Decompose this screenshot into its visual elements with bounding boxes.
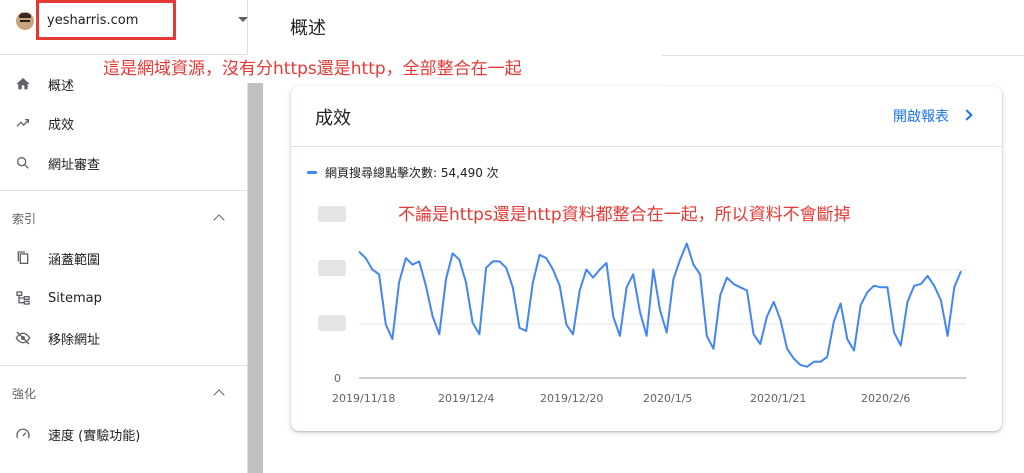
x-tick-label: 2019/12/4 — [438, 392, 494, 405]
eye-off-icon — [13, 328, 33, 348]
sidebar-item-label: 概述 — [48, 78, 75, 94]
y-tick-redacted — [318, 206, 346, 222]
chart-legend[interactable]: 網頁搜尋總點擊次數: 54,490 次 — [307, 164, 499, 181]
annotation-top: 這是網域資源，沒有分https還是http，全部整合在一起 — [87, 55, 662, 83]
avatar — [16, 12, 34, 30]
legend-label: 網頁搜尋總點擊次數: 54,490 次 — [325, 166, 499, 180]
section-index-header[interactable]: 索引 — [0, 198, 248, 238]
annotation-chart: 不論是https還是http資料都整合在一起，所以資料不會斷掉 — [395, 200, 854, 225]
chevron-up-icon — [213, 214, 225, 226]
search-icon — [13, 153, 33, 173]
chevron-up-icon — [213, 389, 225, 401]
sidebar-item-sitemap[interactable]: Sitemap — [0, 278, 248, 318]
annotation-highlight-box — [36, 0, 176, 40]
home-icon — [13, 74, 33, 94]
sidebar-scrollbar[interactable] — [248, 80, 263, 473]
x-tick-label: 2020/2/6 — [861, 392, 910, 405]
x-tick-label: 2019/12/20 — [540, 392, 603, 405]
x-tick-label: 2019/11/18 — [332, 392, 395, 405]
legend-swatch — [307, 171, 317, 174]
property-selector[interactable]: yesharris.com — [0, 0, 248, 55]
section-label: 強化 — [12, 387, 37, 401]
divider — [291, 146, 1002, 147]
page-title: 概述 — [290, 18, 326, 39]
copy-pages-icon — [13, 248, 33, 268]
section-label: 索引 — [12, 212, 37, 226]
series-line — [358, 242, 962, 368]
sidebar-item-removals[interactable]: 移除網址 — [0, 318, 248, 358]
trending-up-icon — [13, 113, 33, 133]
sitemap-icon — [13, 288, 33, 308]
section-enhance-header[interactable]: 強化 — [0, 373, 248, 413]
chevron-right-icon[interactable] — [961, 109, 973, 121]
divider — [0, 190, 248, 191]
y-tick-label: 0 — [334, 372, 341, 385]
sidebar-item-label: Sitemap — [48, 290, 102, 306]
x-tick-label: 2020/1/21 — [750, 392, 806, 405]
y-tick-redacted — [318, 260, 346, 276]
sidebar-item-label: 成效 — [48, 117, 75, 133]
sidebar-item-url-inspection[interactable]: 網址審查 — [0, 143, 248, 183]
gauge-icon — [13, 424, 33, 444]
open-report-link[interactable]: 開啟報表 — [893, 106, 949, 126]
card-title: 成效 — [315, 108, 351, 129]
sidebar-item-label: 移除網址 — [48, 332, 101, 348]
caret-down-icon[interactable] — [238, 17, 248, 22]
sidebar-item-label: 網址審查 — [48, 157, 101, 173]
sidebar-item-performance[interactable]: 成效 — [0, 103, 248, 143]
sidebar-item-label: 涵蓋範圍 — [48, 252, 101, 268]
sidebar-item-coverage[interactable]: 涵蓋範圍 — [0, 238, 248, 278]
sidebar-item-label: 速度 (實驗功能) — [48, 428, 141, 444]
divider — [0, 365, 248, 366]
sidebar-item-speed[interactable]: 速度 (實驗功能) — [0, 414, 248, 454]
y-tick-redacted — [318, 315, 346, 331]
x-tick-label: 2020/1/5 — [643, 392, 692, 405]
